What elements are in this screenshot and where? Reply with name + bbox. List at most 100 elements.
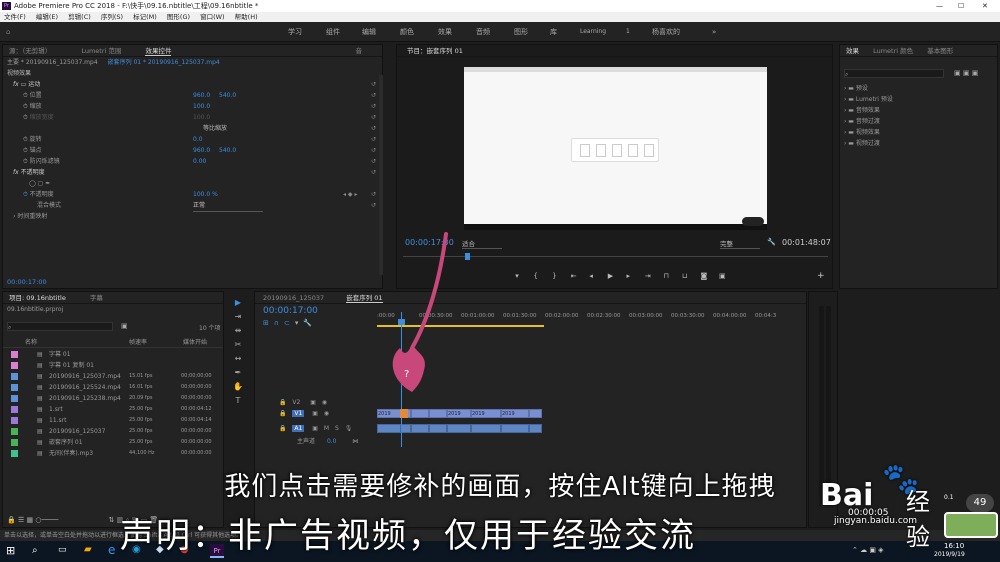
reset-icon[interactable]: ↺ bbox=[371, 156, 376, 167]
timeline-settings-icon[interactable]: 🔧 bbox=[303, 319, 317, 327]
track-v2-label[interactable]: V2 bbox=[292, 399, 300, 406]
reset-icon[interactable]: ↺ bbox=[371, 123, 376, 134]
ellipse-mask-icon[interactable]: ◯ bbox=[29, 180, 36, 187]
audio-clip[interactable] bbox=[447, 424, 471, 433]
label-color-swatch[interactable] bbox=[11, 384, 18, 391]
program-monitor-tab[interactable]: 节目：嵌套序列 01 bbox=[407, 47, 463, 55]
effect-controls-timecode[interactable]: 00:00:17:00 bbox=[7, 278, 47, 286]
file-explorer-icon[interactable]: ▰ bbox=[84, 544, 92, 555]
workspace-tab-effects[interactable]: 效果 bbox=[438, 22, 452, 42]
wrench-icon[interactable]: 🔧 bbox=[767, 238, 776, 246]
label-color-swatch[interactable] bbox=[11, 373, 18, 380]
video-clip[interactable] bbox=[529, 409, 542, 418]
effect-prop-value[interactable]: 0.0 bbox=[193, 134, 203, 145]
effect-prop-row[interactable]: ⏱ 防闪烁滤镜 0.00 ↺ bbox=[3, 156, 382, 167]
minimize-button[interactable]: — bbox=[936, 0, 943, 12]
track-v1-label[interactable]: V1 bbox=[292, 410, 305, 417]
stopwatch-icon[interactable]: ⏱ bbox=[23, 92, 30, 99]
accelerated-effects-icon[interactable]: ▣ bbox=[954, 69, 961, 77]
video-clip[interactable]: 2019 bbox=[447, 409, 471, 418]
effect-prop-row[interactable]: ⏱ 锚点 960.0 540.0 ↺ bbox=[3, 145, 382, 156]
reset-icon[interactable]: ↺ bbox=[371, 189, 376, 200]
workspace-tab-1[interactable]: 1 bbox=[626, 22, 630, 42]
tab-audio-mixer[interactable]: 音 bbox=[356, 47, 363, 55]
stopwatch-icon[interactable]: ⏱ bbox=[23, 158, 30, 165]
go-to-in-button[interactable]: ⇤ bbox=[571, 272, 581, 280]
audio-clip[interactable] bbox=[471, 424, 501, 433]
video-clip[interactable] bbox=[429, 409, 447, 418]
task-view-icon[interactable]: ▭ bbox=[58, 545, 67, 555]
32bit-effects-icon[interactable]: ▣ bbox=[963, 69, 970, 77]
snap-icon[interactable]: ∩ bbox=[274, 319, 284, 327]
floating-widget[interactable] bbox=[944, 512, 998, 538]
effect-prop-row[interactable]: ⏱ 缩放 100.0 ↺ bbox=[3, 101, 382, 112]
project-item-row[interactable]: ▤ 字幕 01 bbox=[3, 349, 223, 360]
mute-icon[interactable]: M bbox=[324, 425, 329, 432]
opacity-prop-row[interactable]: ⏱ 不透明度 100.0 % ◂ ◆ ▸ ↺ bbox=[3, 189, 382, 200]
clock-date[interactable]: 2019/9/19 bbox=[934, 551, 965, 558]
reset-icon[interactable]: ↺ bbox=[371, 101, 376, 112]
opacity-effect-row[interactable]: fx 不透明度 ↺ bbox=[3, 167, 382, 178]
workspace-more-button[interactable]: » bbox=[712, 22, 716, 42]
opacity-value[interactable]: 100.0 % bbox=[193, 189, 218, 200]
effects-folder-item[interactable]: › ▬ 音频效果 bbox=[844, 105, 893, 116]
slip-tool-icon[interactable]: ↔ bbox=[230, 352, 246, 366]
video-clip[interactable]: 2019 bbox=[377, 409, 401, 418]
video-clip[interactable]: 2019 bbox=[471, 409, 501, 418]
reset-icon[interactable]: ↺ bbox=[371, 200, 376, 211]
audio-clip[interactable] bbox=[429, 424, 447, 433]
project-search-input[interactable]: ⌕ bbox=[7, 322, 113, 331]
stopwatch-icon[interactable]: ⏱ bbox=[23, 114, 30, 121]
lock-icon[interactable]: 🔒 bbox=[7, 516, 16, 524]
effects-folder-item[interactable]: › ▬ 预设 bbox=[844, 83, 893, 94]
sync-lock-icon[interactable]: ▣ bbox=[312, 410, 318, 417]
project-item-row[interactable]: ▤ 20190916_125524.mp4 16.01 fps 00;00;00;00 bbox=[3, 382, 223, 393]
label-color-swatch[interactable] bbox=[11, 428, 18, 435]
label-color-swatch[interactable] bbox=[11, 395, 18, 402]
menu-graphics[interactable]: 图形(G) bbox=[167, 13, 190, 21]
reset-icon[interactable]: ↺ bbox=[371, 134, 376, 145]
stopwatch-icon[interactable]: ⏱ bbox=[23, 147, 30, 154]
effects-folder-item[interactable]: › ▬ Lumetri 预设 bbox=[844, 94, 893, 105]
comparison-view-button[interactable]: ▣ bbox=[719, 272, 729, 280]
audio-clip[interactable] bbox=[501, 424, 529, 433]
track-lock-icon[interactable]: 🔒 bbox=[279, 425, 286, 432]
project-item-row[interactable]: ▤ 字幕 01 复制 01 bbox=[3, 360, 223, 371]
tab-lumetri-scopes[interactable]: Lumetri 范围 bbox=[81, 47, 121, 55]
effect-prop-row[interactable]: ⏱ 位置 960.0 540.0 ↺ bbox=[3, 90, 382, 101]
sequence-clip-label[interactable]: 嵌套序列 01 * 20190916_125037.mp4 bbox=[108, 59, 220, 66]
menu-window[interactable]: 窗口(W) bbox=[200, 13, 225, 21]
workspace-tab-color[interactable]: 颜色 bbox=[400, 22, 414, 42]
menu-sequence[interactable]: 序列(S) bbox=[101, 13, 123, 21]
windows-start-icon[interactable]: ⊞ bbox=[6, 544, 15, 557]
selection-tool-icon[interactable]: ▶ bbox=[230, 296, 246, 310]
ripple-edit-tool-icon[interactable]: ⇹ bbox=[230, 324, 246, 338]
stopwatch-icon[interactable]: ⏱ bbox=[23, 191, 28, 198]
video-clip[interactable] bbox=[411, 409, 429, 418]
keyframe-nav-icon[interactable]: ◂ ◆ ▸ bbox=[343, 189, 357, 200]
track-select-tool-icon[interactable]: ⇥ bbox=[230, 310, 246, 324]
project-item-row[interactable]: ▤ 嵌套序列 01 25.00 fps 00:00:00:00 bbox=[3, 437, 223, 448]
eye-icon[interactable]: ◉ bbox=[322, 399, 327, 406]
label-color-swatch[interactable] bbox=[11, 450, 18, 457]
reset-icon[interactable]: ↺ bbox=[371, 79, 376, 90]
menu-edit[interactable]: 编辑(E) bbox=[36, 13, 58, 21]
audio-clip[interactable] bbox=[401, 424, 411, 433]
stopwatch-icon[interactable]: ⏱ bbox=[23, 136, 30, 143]
effect-prop-value[interactable]: 等比缩放 bbox=[203, 123, 227, 134]
effects-folder-item[interactable]: › ▬ 视频过渡 bbox=[844, 138, 893, 149]
hand-tool-icon[interactable]: ✋ bbox=[230, 380, 246, 394]
sort-icon[interactable]: ⇅ bbox=[109, 516, 115, 524]
workspace-tab-custom[interactable]: 杨喜欢的 bbox=[652, 22, 680, 42]
workspace-tab-editing[interactable]: 编辑 bbox=[362, 22, 376, 42]
menu-marker[interactable]: 标记(M) bbox=[133, 13, 157, 21]
zoom-slider[interactable]: ○──── bbox=[35, 516, 58, 524]
quality-select[interactable]: 完整 bbox=[720, 238, 760, 249]
column-fps[interactable]: 帧速率 bbox=[129, 337, 147, 348]
workspace-tab-assembly[interactable]: 组件 bbox=[326, 22, 340, 42]
blend-mode-select[interactable]: 正常 bbox=[193, 200, 263, 212]
effect-prop-value[interactable]: 960.0 bbox=[193, 90, 210, 101]
reset-icon[interactable]: ↺ bbox=[371, 145, 376, 156]
effect-prop-value-2[interactable]: 540.0 bbox=[219, 90, 236, 101]
yuv-effects-icon[interactable]: ▣ bbox=[972, 69, 979, 77]
